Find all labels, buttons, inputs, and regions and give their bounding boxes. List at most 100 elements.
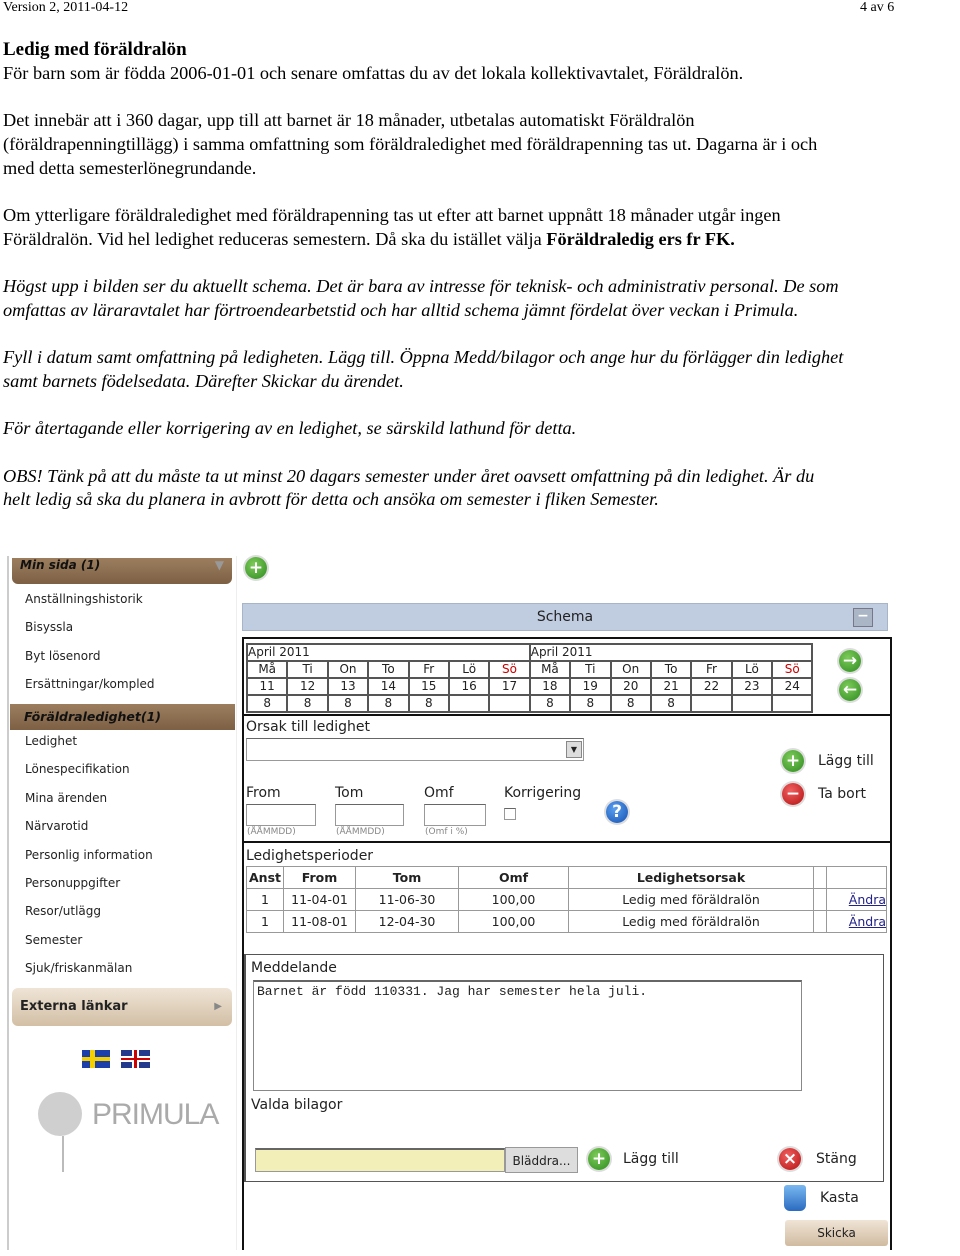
external-links-button[interactable]: Externa länkar ▶ bbox=[12, 988, 232, 1026]
edit-link[interactable]: Ändra bbox=[826, 888, 887, 911]
month-label: April 2011 bbox=[528, 643, 814, 662]
sidebar-item[interactable]: Bisyssla bbox=[25, 620, 73, 634]
schedule-day-cell: Fr bbox=[407, 660, 450, 679]
sidebar-item[interactable]: Resor/utlägg bbox=[25, 904, 101, 918]
add-attachment-icon[interactable]: + bbox=[588, 1148, 610, 1170]
schedule-date-cell: 24 bbox=[771, 677, 814, 696]
schedule-hour-cell: 8 bbox=[407, 694, 450, 713]
collapse-icon[interactable]: − bbox=[853, 608, 873, 627]
external-links-label: Externa länkar bbox=[20, 999, 128, 1014]
periods-table: Anst From Tom Omf Ledighetsorsak 1 11-04-01 11-… bbox=[246, 866, 887, 933]
schedule-date-cell: 18 bbox=[528, 677, 572, 696]
paragraph-line: Fyll i datum samt omfattning på ledighet… bbox=[3, 347, 844, 368]
tom-label: Tom bbox=[335, 785, 364, 801]
table-cell: 1 bbox=[246, 910, 284, 933]
swedish-flag-icon[interactable] bbox=[82, 1050, 110, 1068]
schedule-hour-cell bbox=[447, 694, 491, 713]
sidebar-item[interactable]: Närvarotid bbox=[25, 819, 88, 833]
sidebar-item[interactable]: Anställningshistorik bbox=[25, 592, 143, 606]
schedule-day-cell: Ti bbox=[569, 660, 612, 679]
schedule-hour-cell: 8 bbox=[569, 694, 612, 713]
triangle-right-icon: ▶ bbox=[214, 1001, 222, 1012]
attachments-label: Valda bilagor bbox=[251, 1097, 343, 1113]
schedule-day-cell: To bbox=[367, 660, 410, 679]
primula-flower-logo bbox=[38, 1092, 88, 1172]
schedule-day-cell: Må bbox=[528, 660, 572, 679]
schedule-hour-cell bbox=[771, 694, 814, 713]
edit-link[interactable]: Ändra bbox=[826, 910, 887, 933]
dropdown-arrow-icon[interactable]: ▼ bbox=[566, 741, 582, 758]
section-title: Ledig med föräldralön bbox=[3, 39, 187, 60]
sidebar-item[interactable]: Lönespecifikation bbox=[25, 762, 130, 776]
column-header bbox=[826, 866, 887, 889]
sidebar-item[interactable]: Föräldraledighet(1) bbox=[10, 703, 235, 730]
file-path-input[interactable] bbox=[255, 1148, 505, 1172]
schedule-date-cell: 23 bbox=[730, 677, 774, 696]
periods-title: Ledighetsperioder bbox=[246, 848, 374, 864]
correction-checkbox[interactable] bbox=[504, 808, 516, 820]
column-header: From bbox=[283, 866, 356, 889]
uk-flag-icon[interactable] bbox=[121, 1050, 150, 1068]
reason-select[interactable]: ▼ bbox=[246, 738, 584, 761]
tom-input[interactable] bbox=[335, 804, 404, 826]
sidebar-item[interactable]: Personuppgifter bbox=[25, 876, 120, 890]
remove-icon[interactable]: − bbox=[782, 783, 804, 805]
sidebar-item[interactable]: Personlig information bbox=[25, 848, 153, 862]
schedule-date-cell: 16 bbox=[447, 677, 491, 696]
column-header: Tom bbox=[355, 866, 459, 889]
paragraph-line: Föräldralön. Vid hel ledighet reduceras … bbox=[3, 228, 960, 252]
close-icon[interactable]: × bbox=[779, 1148, 801, 1170]
sidebar-item[interactable]: Semester bbox=[25, 933, 82, 947]
message-textarea[interactable]: Barnet är född 110331. Jag har semester … bbox=[253, 980, 802, 1091]
sidebar-item[interactable]: Sjuk/friskanmälan bbox=[25, 961, 132, 975]
paragraph-line: Om ytterligare föräldraledighet med förä… bbox=[3, 204, 781, 225]
schedule-date-cell: 15 bbox=[407, 677, 450, 696]
sidebar-item[interactable]: Ledighet bbox=[25, 734, 77, 748]
add-icon[interactable]: + bbox=[782, 750, 804, 772]
table-cell bbox=[813, 910, 827, 933]
schedule-day-cell: Fr bbox=[690, 660, 733, 679]
document-body: Ledig med föräldralön För barn som är fö… bbox=[3, 38, 960, 512]
schedule-date-cell: 13 bbox=[326, 677, 370, 696]
from-input[interactable] bbox=[246, 804, 316, 826]
reason-label: Orsak till ledighet bbox=[246, 719, 370, 735]
column-header: Omf bbox=[458, 866, 569, 889]
schedule-date-cell: 20 bbox=[609, 677, 652, 696]
close-button[interactable]: Stäng bbox=[816, 1151, 857, 1167]
table-row: 1 11-08-01 12-04-30 100,00 Ledig med föräldr… bbox=[246, 910, 887, 933]
previous-arrow-icon[interactable]: ← bbox=[839, 679, 861, 701]
schedule-date-cell: 11 bbox=[245, 677, 289, 696]
schedule-day-cell: Ti bbox=[286, 660, 329, 679]
schedule-date-cell: 22 bbox=[690, 677, 733, 696]
paragraph-line: Högst upp i bilden ser du aktuellt schem… bbox=[3, 275, 839, 296]
sidebar-item[interactable]: Byt lösenord bbox=[25, 649, 100, 663]
omf-label: Omf bbox=[424, 785, 454, 801]
column-header: Ledighetsorsak bbox=[568, 866, 814, 889]
column-header: Anst bbox=[246, 866, 284, 889]
sidebar-header-label: Min sida (1) bbox=[20, 558, 101, 572]
schedule-hour-cell bbox=[730, 694, 774, 713]
schema-header: Schema − bbox=[242, 603, 888, 631]
discard-button[interactable]: Kasta bbox=[820, 1190, 859, 1206]
add-icon[interactable]: + bbox=[245, 557, 267, 579]
sidebar-item[interactable]: Mina ärenden bbox=[25, 791, 107, 805]
omf-input[interactable] bbox=[424, 804, 486, 826]
sidebar-item[interactable]: Ersättningar/kompled bbox=[25, 677, 155, 691]
browse-button[interactable]: Bläddra... bbox=[505, 1147, 578, 1173]
add-attachment-button[interactable]: Lägg till bbox=[623, 1151, 679, 1167]
table-cell: 100,00 bbox=[458, 888, 569, 911]
column-header bbox=[813, 866, 827, 889]
trash-icon[interactable] bbox=[784, 1185, 806, 1211]
table-cell: 11-04-01 bbox=[283, 888, 356, 911]
help-icon[interactable]: ? bbox=[606, 801, 628, 823]
omf-hint: (Omf i %) bbox=[425, 827, 468, 837]
sidebar-header[interactable]: Min sida (1) ▼ bbox=[12, 558, 232, 584]
add-button[interactable]: Lägg till bbox=[818, 753, 874, 769]
remove-button[interactable]: Ta bort bbox=[818, 786, 866, 802]
table-cell: 1 bbox=[246, 888, 284, 911]
table-cell: Ledig med föräldralön bbox=[568, 888, 814, 911]
next-arrow-icon[interactable]: → bbox=[839, 650, 861, 672]
table-cell: 11-08-01 bbox=[283, 910, 356, 933]
send-button[interactable]: Skicka bbox=[785, 1220, 888, 1246]
paragraph-line: (föräldrapenningtillägg) i samma omfattn… bbox=[3, 133, 818, 154]
